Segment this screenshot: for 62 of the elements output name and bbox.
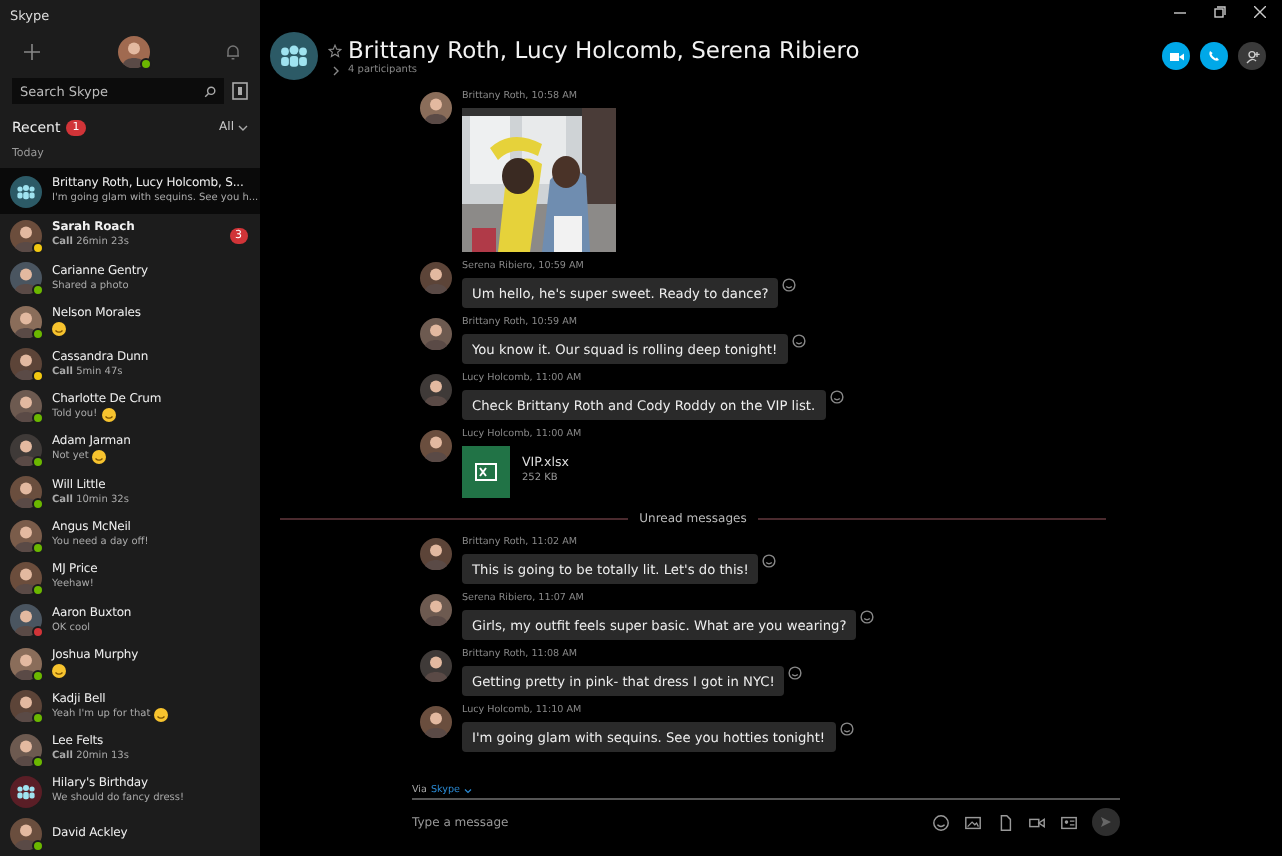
- reaction-icon[interactable]: [829, 390, 844, 404]
- avatar: [420, 594, 452, 626]
- avatar: [10, 348, 42, 380]
- restore-button[interactable]: [1210, 2, 1230, 22]
- spreadsheet-file-icon[interactable]: [462, 446, 510, 498]
- add-participant-button[interactable]: [1238, 42, 1266, 70]
- avatar: [10, 647, 42, 680]
- avatar: [10, 476, 42, 509]
- contact-card-button[interactable]: [1060, 813, 1078, 831]
- close-button[interactable]: [1250, 2, 1270, 22]
- avatar: [10, 561, 42, 594]
- bell-icon[interactable]: [226, 43, 240, 60]
- avatar: [420, 92, 452, 124]
- video-camera-icon: [1169, 51, 1183, 61]
- search-icon: [204, 85, 216, 97]
- avatar: [10, 433, 42, 466]
- avatar: [420, 706, 452, 738]
- reaction-icon[interactable]: [791, 334, 806, 348]
- emoji-button[interactable]: [932, 813, 950, 831]
- chevron-icon[interactable]: [332, 65, 340, 75]
- conversation-title: Brittany Roth, Lucy Holcomb, Serena Ribiero: [348, 36, 860, 64]
- file-button[interactable]: [996, 813, 1014, 831]
- avatar: [420, 538, 452, 570]
- avatar: [420, 318, 452, 350]
- avatar: [420, 430, 452, 462]
- send-button[interactable]: [1092, 808, 1120, 836]
- avatar: [10, 262, 42, 295]
- avatar: [10, 818, 42, 851]
- reaction-icon[interactable]: [782, 278, 797, 292]
- reaction-icon[interactable]: [762, 554, 777, 568]
- avatar: [10, 604, 42, 637]
- avatar: [10, 305, 42, 338]
- close-icon: [1254, 6, 1266, 18]
- add-person-icon: [1245, 49, 1259, 63]
- group-avatar-icon: [10, 175, 42, 208]
- avatar: [420, 650, 452, 682]
- video-call-button[interactable]: [1162, 42, 1190, 70]
- group-avatar-icon: [10, 775, 42, 808]
- avatar: [10, 219, 42, 252]
- star-icon[interactable]: [328, 43, 342, 57]
- call-button[interactable]: [1200, 42, 1228, 70]
- plus-icon[interactable]: [24, 43, 40, 60]
- caret-icon: [238, 123, 248, 132]
- group-avatar-icon: [270, 32, 318, 80]
- avatar: [10, 519, 42, 552]
- restore-icon: [1214, 6, 1226, 18]
- avatar: [420, 374, 452, 406]
- avatar: [10, 690, 42, 723]
- image-button[interactable]: [964, 813, 982, 831]
- minimize-icon: [1174, 11, 1186, 13]
- send-icon: [1100, 816, 1112, 828]
- phone-icon: [1208, 50, 1220, 62]
- avatar: [420, 262, 452, 294]
- avatar: [10, 390, 42, 423]
- dialpad-icon[interactable]: [232, 82, 248, 100]
- avatar: [10, 733, 42, 766]
- reaction-icon[interactable]: [788, 666, 803, 680]
- video-message-button[interactable]: [1028, 813, 1046, 831]
- caret-icon[interactable]: [463, 787, 472, 793]
- profile-avatar: [117, 35, 149, 68]
- reaction-icon[interactable]: [839, 722, 854, 736]
- reaction-icon[interactable]: [860, 610, 875, 624]
